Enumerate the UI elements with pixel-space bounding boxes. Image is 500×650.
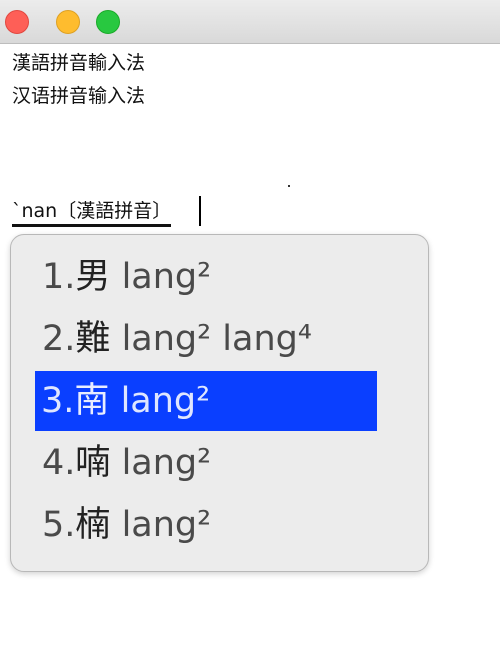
candidate-item-5[interactable]: 5.楠 lang² — [36, 495, 376, 555]
close-window-button[interactable] — [5, 10, 29, 34]
candidate-number: 2. — [42, 319, 76, 359]
input-composition: `nan〔漢語拼音〕 — [12, 196, 172, 227]
candidate-hanzi: 喃 — [75, 443, 111, 483]
candidate-reading: lang² — [121, 443, 212, 483]
candidate-item-1[interactable]: 1.男 lang² — [36, 247, 376, 307]
ime-candidate-panel: 1.男 lang² 2.難 lang² lang⁴ 3.南 lang² 4.喃 … — [10, 234, 429, 572]
preedit-text: `nan〔漢語拼音〕 — [12, 196, 172, 227]
stray-dot — [288, 185, 290, 187]
candidate-item-3-selected[interactable]: 3.南 lang² — [35, 371, 377, 431]
text-line-traditional: 漢語拼音輸入法 — [12, 52, 146, 74]
candidate-item-2[interactable]: 2.難 lang² lang⁴ — [36, 309, 376, 369]
text-editor-area[interactable]: 漢語拼音輸入法 汉语拼音输入法 `nan〔漢語拼音〕 1.男 lang² 2.難… — [0, 44, 500, 650]
candidate-reading: lang² — [120, 381, 211, 421]
candidate-reading: lang² lang⁴ — [121, 319, 312, 359]
candidate-hanzi: 難 — [75, 319, 111, 359]
candidate-reading: lang² — [121, 257, 212, 297]
text-line-simplified: 汉语拼音输入法 — [12, 85, 146, 107]
candidate-hanzi: 楠 — [75, 505, 111, 545]
candidate-hanzi: 男 — [75, 257, 111, 297]
candidate-hanzi: 南 — [74, 381, 110, 421]
minimize-window-button[interactable] — [56, 10, 80, 34]
candidate-reading: lang² — [121, 505, 212, 545]
candidate-number: 3. — [41, 381, 75, 421]
text-caret — [199, 196, 201, 226]
maximize-window-button[interactable] — [96, 10, 120, 34]
window-titlebar — [0, 0, 500, 44]
candidate-number: 4. — [42, 443, 76, 483]
candidate-number: 5. — [42, 505, 76, 545]
candidate-item-4[interactable]: 4.喃 lang² — [36, 433, 376, 493]
candidate-number: 1. — [42, 257, 76, 297]
